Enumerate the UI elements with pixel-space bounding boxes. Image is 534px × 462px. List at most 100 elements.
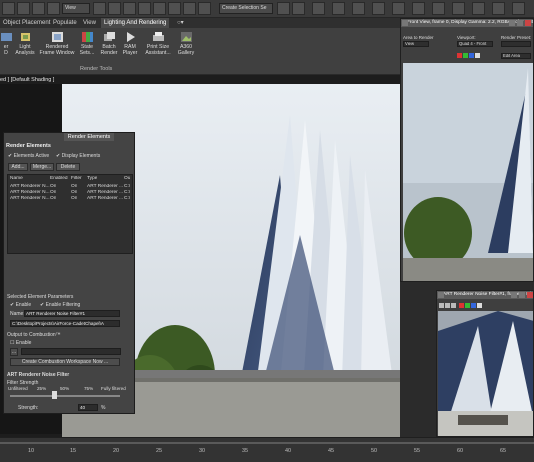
delete-button[interactable]: Delete xyxy=(56,163,80,171)
alpha-channel-icon[interactable] xyxy=(477,303,482,308)
clone-icon[interactable] xyxy=(451,303,456,308)
frame-toolbar[interactable] xyxy=(439,303,533,309)
elements-active-checkbox[interactable]: ✔ Elements Active xyxy=(8,153,49,159)
table-cell[interactable]: ART Renderer ... xyxy=(87,196,123,201)
table-cell[interactable]: On xyxy=(50,184,56,189)
render-preset-dropdown[interactable] xyxy=(501,41,531,47)
maximize-icon[interactable] xyxy=(517,20,523,26)
column-header[interactable]: Type xyxy=(87,176,97,181)
column-header[interactable]: Filter xyxy=(71,176,82,181)
elements-table[interactable]: Name Enabled Filter Type Ou ART Renderer… xyxy=(7,174,133,254)
batch-render-button[interactable]: Batch Render xyxy=(98,31,120,56)
align-icon[interactable] xyxy=(292,2,305,15)
a360-gallery-button[interactable]: A360 Gallery xyxy=(174,31,198,56)
area-to-render-dropdown[interactable]: View xyxy=(403,41,429,47)
mirror-icon[interactable] xyxy=(277,2,290,15)
output-path-field[interactable]: C:\Desktop\Projects\AirForce-CadetChapel… xyxy=(10,320,120,327)
enable-filtering-checkbox[interactable]: ✔ Enable Filtering xyxy=(40,302,80,308)
unlink-icon[interactable] xyxy=(47,2,60,15)
rendered-frame-window-button[interactable]: Rendered Frame Window xyxy=(38,31,76,56)
viewport-label[interactable]: ed ] [Default Shading ] xyxy=(0,77,54,83)
strength-spinner[interactable]: 40 xyxy=(78,404,98,411)
minimize-icon[interactable] xyxy=(509,20,515,26)
rollout-title[interactable]: Render Elements xyxy=(6,143,51,149)
viewport-dropdown[interactable]: Quad 4 - Front xyxy=(457,41,493,47)
column-header[interactable]: Name xyxy=(10,176,23,181)
close-icon[interactable] xyxy=(525,20,531,26)
render-setup-icon[interactable] xyxy=(412,2,425,15)
table-cell[interactable]: On xyxy=(50,190,56,195)
table-cell[interactable]: ART Renderer ... xyxy=(87,190,123,195)
alpha-channel-icon[interactable] xyxy=(475,53,480,58)
time-slider[interactable] xyxy=(0,437,534,462)
view-dropdown[interactable]: View xyxy=(62,3,90,14)
blue-channel-icon[interactable] xyxy=(471,303,476,308)
strength-slider-track[interactable] xyxy=(10,395,120,397)
rotate-icon[interactable] xyxy=(123,2,136,15)
tab-render-elements[interactable]: Render Elements xyxy=(64,133,114,141)
table-cell[interactable]: C:\ xyxy=(124,190,130,195)
table-cell[interactable]: ART Renderer N... xyxy=(10,184,50,189)
create-combustion-workspace-button[interactable]: Create Combustion Workspace Now ... xyxy=(10,358,120,366)
table-cell[interactable]: On xyxy=(71,184,77,189)
ribbon-toggle-icon[interactable] xyxy=(332,2,345,15)
selection-set-dropdown[interactable]: Create Selection Se xyxy=(219,3,273,14)
render-frame-icon[interactable] xyxy=(432,2,445,15)
table-cell[interactable]: On xyxy=(50,196,56,201)
redo-icon[interactable] xyxy=(17,2,30,15)
table-cell[interactable]: ART Renderer ... xyxy=(87,184,123,189)
snap-icon[interactable] xyxy=(153,2,166,15)
table-cell[interactable]: ART Renderer N... xyxy=(10,196,50,201)
browse-button[interactable]: … xyxy=(10,348,18,356)
table-cell[interactable]: On xyxy=(71,190,77,195)
tab-object-placement[interactable]: Object Placement xyxy=(0,18,53,28)
output-enable-checkbox[interactable]: ☐ Enable xyxy=(10,340,31,346)
copy-icon[interactable] xyxy=(445,303,450,308)
render-icon[interactable] xyxy=(452,2,465,15)
tab-populate[interactable]: Populate xyxy=(50,18,80,28)
red-channel-icon[interactable] xyxy=(459,303,464,308)
tab-extra-icon[interactable]: ○▾ xyxy=(174,18,187,28)
table-cell[interactable]: C:\ xyxy=(124,184,130,189)
material-editor-icon[interactable] xyxy=(392,2,405,15)
combustion-path-field[interactable] xyxy=(21,348,121,355)
add-button[interactable]: Add... xyxy=(8,163,28,171)
noise-filter-rollout-title[interactable]: ART Renderer Noise Filter xyxy=(7,372,69,378)
green-channel-icon[interactable] xyxy=(463,53,468,58)
column-header[interactable]: Ou xyxy=(124,176,130,181)
schematic-icon[interactable] xyxy=(372,2,385,15)
select-icon[interactable] xyxy=(93,2,106,15)
channel-buttons[interactable] xyxy=(457,53,497,59)
save-icon[interactable] xyxy=(439,303,444,308)
table-cell[interactable]: C:\ xyxy=(124,196,130,201)
link-icon[interactable] xyxy=(32,2,45,15)
render-button[interactable]: er D xyxy=(0,31,12,56)
tab-lighting-and-rendering[interactable]: Lighting And Rendering xyxy=(101,18,170,28)
scale-icon[interactable] xyxy=(138,2,151,15)
table-cell[interactable]: On xyxy=(71,196,77,201)
minimize-icon[interactable] xyxy=(511,292,517,298)
enable-checkbox[interactable]: ✔ Enable xyxy=(10,302,31,308)
curve-editor-icon[interactable] xyxy=(352,2,365,15)
ram-player-button[interactable]: RAM Player xyxy=(120,31,140,56)
percent-snap-icon[interactable] xyxy=(183,2,196,15)
edit-area-dropdown[interactable]: Edit Area xyxy=(501,53,531,59)
light-analysis-button[interactable]: Light Analysis xyxy=(12,31,38,56)
render-cloud-icon[interactable] xyxy=(472,2,485,15)
element-name-field[interactable]: ART Renderer Noise Filter#1 xyxy=(24,310,120,317)
spinner-snap-icon[interactable] xyxy=(198,2,211,15)
layer-icon[interactable] xyxy=(312,2,325,15)
blue-channel-icon[interactable] xyxy=(469,53,474,58)
a360-icon[interactable] xyxy=(492,2,505,15)
extra-toolbar-icon[interactable] xyxy=(512,2,525,15)
angle-snap-icon[interactable] xyxy=(168,2,181,15)
merge-button[interactable]: Merge... xyxy=(30,163,54,171)
green-channel-icon[interactable] xyxy=(465,303,470,308)
column-header[interactable]: Enabled xyxy=(50,176,68,181)
undo-icon[interactable] xyxy=(2,2,15,15)
print-size-assistant-button[interactable]: Print Size Assistant... xyxy=(142,31,174,56)
state-sets-button[interactable]: State Sets... xyxy=(76,31,98,56)
move-icon[interactable] xyxy=(108,2,121,15)
table-cell[interactable]: ART Renderer N... xyxy=(10,190,50,195)
close-icon[interactable] xyxy=(527,292,533,298)
